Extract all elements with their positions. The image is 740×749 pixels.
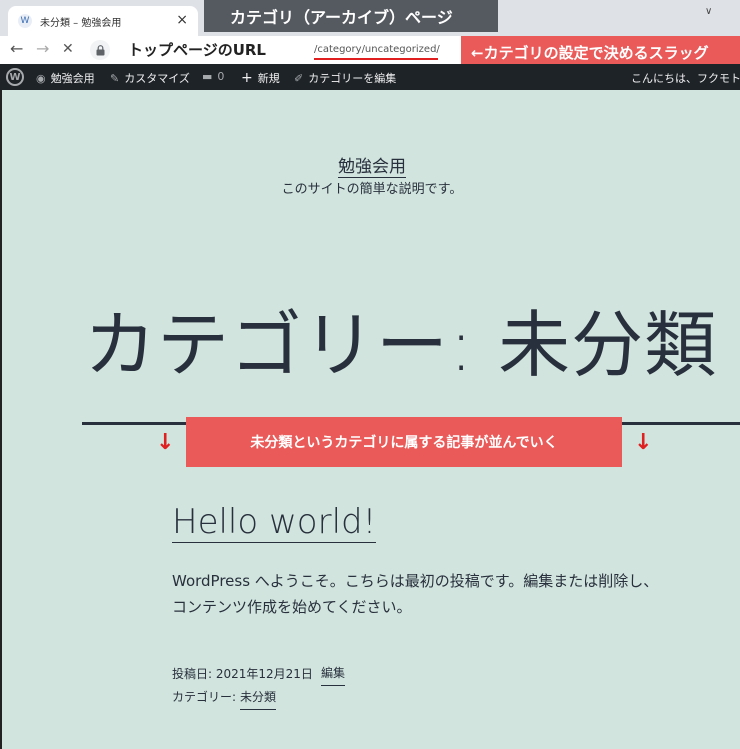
- post-date-row: 投稿日: 2021年12月21日 編集: [172, 662, 345, 686]
- tab-close-icon[interactable]: ×: [176, 12, 188, 28]
- admin-bar-new[interactable]: + 新規: [241, 70, 280, 86]
- lock-icon[interactable]: [90, 40, 110, 60]
- admin-bar-site-name-label: 勉強会用: [50, 72, 95, 85]
- dashboard-icon: ◉: [36, 71, 46, 85]
- post-category-link[interactable]: 未分類: [240, 686, 277, 710]
- post-date: 投稿日: 2021年12月21日: [172, 666, 313, 681]
- browser-tab[interactable]: W 未分類 – 勉強会用 ×: [8, 6, 198, 36]
- annotation-down-arrow-right: ↓: [634, 430, 653, 455]
- comment-bubble-icon: ▬: [202, 70, 213, 83]
- archive-title: カテゴリー: 未分類: [84, 303, 718, 387]
- admin-bar-edit-category[interactable]: ✐ カテゴリーを編集: [294, 70, 396, 86]
- site-description: このサイトの簡単な説明です。: [281, 182, 463, 197]
- post-meta: 投稿日: 2021年12月21日 編集 カテゴリー: 未分類: [172, 662, 345, 710]
- annotation-page-type-label: カテゴリ（アーカイブ）ページ: [204, 0, 498, 32]
- post-title-link[interactable]: Hello world!: [172, 502, 377, 543]
- admin-bar-comments[interactable]: ▬ 0: [202, 70, 224, 83]
- admin-bar-new-label: 新規: [257, 72, 280, 85]
- tab-search-chevron-icon[interactable]: ∨: [705, 6, 712, 17]
- pencil-icon: ✐: [294, 71, 304, 85]
- post-title: Hello world!: [172, 502, 377, 543]
- post-category-label: カテゴリー:: [172, 690, 237, 705]
- post-category-row: カテゴリー: 未分類: [172, 686, 345, 710]
- wp-admin-bar: W ◉ 勉強会用 ✎ カスタマイズ ▬ 0 + 新規 ✐ カテゴリーを編集 こん…: [0, 64, 740, 90]
- admin-bar-customize-label: カスタマイズ: [124, 72, 190, 85]
- plus-icon: +: [241, 70, 253, 86]
- site-title: 勉強会用: [2, 152, 740, 178]
- address-bar-url-path[interactable]: /category/uncategorized/: [314, 44, 440, 55]
- post-edit-link[interactable]: 編集: [320, 662, 345, 686]
- admin-bar-edit-category-label: カテゴリーを編集: [308, 72, 397, 85]
- stop-loading-button[interactable]: ✕: [62, 39, 74, 59]
- profile-icon[interactable]: [722, 42, 740, 60]
- annotation-top-page-url: トップページのURL: [118, 36, 312, 62]
- admin-bar-greeting[interactable]: こんにちは、フクモト学: [631, 70, 740, 86]
- wordpress-favicon-icon: W: [18, 14, 32, 28]
- url-slug-underline: [314, 58, 438, 60]
- annotation-down-arrow-left: ↓: [156, 430, 175, 455]
- site-title-link[interactable]: 勉強会用: [338, 157, 406, 178]
- admin-bar-customize[interactable]: ✎ カスタマイズ: [110, 70, 190, 86]
- annotation-posts-list: 未分類というカテゴリに属する記事が並んでいく: [186, 417, 622, 467]
- forward-button[interactable]: →: [36, 39, 49, 59]
- paintbrush-icon: ✎: [110, 71, 120, 85]
- wordpress-logo-icon[interactable]: W: [6, 68, 24, 86]
- admin-bar-site-name[interactable]: ◉ 勉強会用: [36, 70, 95, 86]
- back-button[interactable]: ←: [10, 39, 23, 59]
- tab-title: 未分類 – 勉強会用: [40, 18, 122, 29]
- admin-bar-comments-count: 0: [217, 70, 225, 83]
- post-excerpt: WordPress へようこそ。こちらは最初の投稿です。編集または削除し、コンテ…: [172, 572, 659, 617]
